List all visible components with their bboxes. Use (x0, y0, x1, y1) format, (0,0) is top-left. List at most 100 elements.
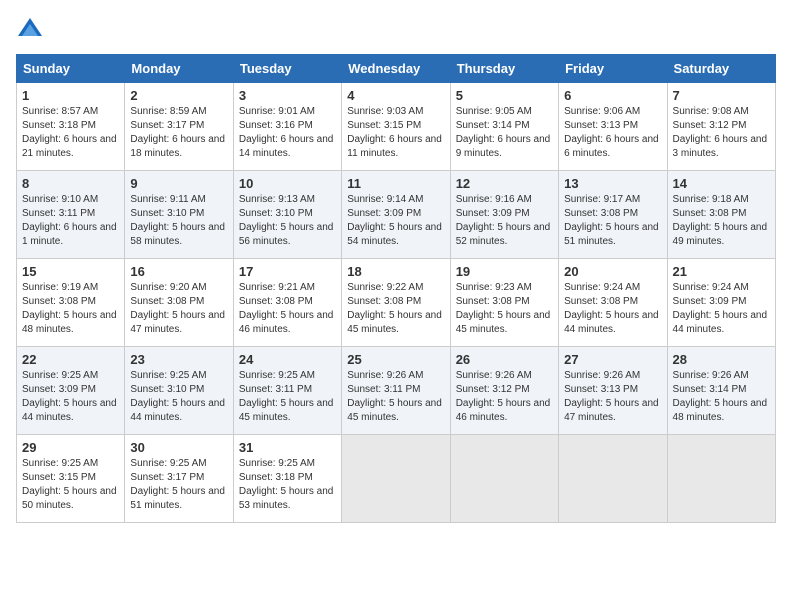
day-number: 9 (130, 176, 227, 191)
day-number: 20 (564, 264, 661, 279)
day-number: 21 (673, 264, 770, 279)
day-number: 14 (673, 176, 770, 191)
header (16, 16, 776, 44)
day-number: 19 (456, 264, 553, 279)
day-number: 23 (130, 352, 227, 367)
day-number: 3 (239, 88, 336, 103)
day-info: Sunrise: 9:18 AMSunset: 3:08 PMDaylight:… (673, 193, 770, 249)
calendar-week-row: 8 Sunrise: 9:10 AMSunset: 3:11 PMDaylight… (17, 171, 776, 259)
day-info: Sunrise: 9:08 AMSunset: 3:12 PMDaylight:… (673, 105, 770, 161)
calendar-cell: 30 Sunrise: 9:25 AMSunset: 3:17 PMDayligh… (125, 435, 233, 523)
calendar-table: SundayMondayTuesdayWednesdayThursdayFrid… (16, 54, 776, 523)
calendar-cell: 13 Sunrise: 9:17 AMSunset: 3:08 PMDayligh… (559, 171, 667, 259)
calendar-week-row: 22Sunrise: 9:25 AMSunset: 3:09 PMDayligh… (17, 347, 776, 435)
day-number: 6 (564, 88, 661, 103)
calendar-cell: 29Sunrise: 9:25 AMSunset: 3:15 PMDayligh… (17, 435, 125, 523)
calendar-cell: 19 Sunrise: 9:23 AMSunset: 3:08 PMDayligh… (450, 259, 558, 347)
calendar-cell (559, 435, 667, 523)
calendar-cell: 11Sunrise: 9:14 AMSunset: 3:09 PMDayligh… (342, 171, 450, 259)
calendar-week-row: 15 Sunrise: 9:19 AMSunset: 3:08 PMDayligh… (17, 259, 776, 347)
day-info: Sunrise: 9:06 AMSunset: 3:13 PMDaylight:… (564, 105, 661, 161)
calendar-header-thursday: Thursday (450, 55, 558, 83)
calendar-cell: 7Sunrise: 9:08 AMSunset: 3:12 PMDaylight… (667, 83, 775, 171)
day-number: 30 (130, 440, 227, 455)
calendar-week-row: 1 Sunrise: 8:57 AMSunset: 3:18 PMDaylight… (17, 83, 776, 171)
day-info: Sunrise: 9:26 AMSunset: 3:12 PMDaylight:… (456, 369, 553, 425)
day-number: 29 (22, 440, 119, 455)
calendar-cell: 27Sunrise: 9:26 AMSunset: 3:13 PMDayligh… (559, 347, 667, 435)
day-number: 17 (239, 264, 336, 279)
calendar-cell: 24 Sunrise: 9:25 AMSunset: 3:11 PMDayligh… (233, 347, 341, 435)
day-number: 11 (347, 176, 444, 191)
day-info: Sunrise: 9:17 AMSunset: 3:08 PMDaylight:… (564, 193, 661, 249)
calendar-cell: 17 Sunrise: 9:21 AMSunset: 3:08 PMDayligh… (233, 259, 341, 347)
day-info: Sunrise: 9:01 AMSunset: 3:16 PMDaylight:… (239, 105, 336, 161)
calendar-cell: 10Sunrise: 9:13 AMSunset: 3:10 PMDayligh… (233, 171, 341, 259)
calendar-week-row: 29Sunrise: 9:25 AMSunset: 3:15 PMDayligh… (17, 435, 776, 523)
calendar-header-tuesday: Tuesday (233, 55, 341, 83)
day-info: Sunrise: 9:11 AMSunset: 3:10 PMDaylight:… (130, 193, 227, 249)
day-number: 13 (564, 176, 661, 191)
day-number: 1 (22, 88, 119, 103)
day-number: 16 (130, 264, 227, 279)
calendar-cell: 21 Sunrise: 9:24 AMSunset: 3:09 PMDayligh… (667, 259, 775, 347)
day-info: Sunrise: 9:21 AMSunset: 3:08 PMDaylight:… (239, 281, 336, 337)
day-number: 10 (239, 176, 336, 191)
day-info: Sunrise: 8:57 AMSunset: 3:18 PMDaylight:… (22, 105, 119, 161)
calendar-cell: 28 Sunrise: 9:26 AMSunset: 3:14 PMDayligh… (667, 347, 775, 435)
calendar-cell: 31Sunrise: 9:25 AMSunset: 3:18 PMDayligh… (233, 435, 341, 523)
calendar-cell: 4Sunrise: 9:03 AMSunset: 3:15 PMDaylight… (342, 83, 450, 171)
day-number: 5 (456, 88, 553, 103)
day-info: Sunrise: 9:16 AMSunset: 3:09 PMDaylight:… (456, 193, 553, 249)
day-number: 2 (130, 88, 227, 103)
day-info: Sunrise: 9:25 AMSunset: 3:11 PMDaylight:… (239, 369, 336, 425)
page: SundayMondayTuesdayWednesdayThursdayFrid… (0, 0, 792, 612)
calendar-cell (450, 435, 558, 523)
calendar-cell: 16 Sunrise: 9:20 AMSunset: 3:08 PMDayligh… (125, 259, 233, 347)
calendar-cell: 20 Sunrise: 9:24 AMSunset: 3:08 PMDayligh… (559, 259, 667, 347)
day-number: 15 (22, 264, 119, 279)
calendar-cell: 6 Sunrise: 9:06 AMSunset: 3:13 PMDaylight… (559, 83, 667, 171)
day-info: Sunrise: 9:20 AMSunset: 3:08 PMDaylight:… (130, 281, 227, 337)
day-number: 25 (347, 352, 444, 367)
calendar-cell: 26 Sunrise: 9:26 AMSunset: 3:12 PMDayligh… (450, 347, 558, 435)
day-info: Sunrise: 9:25 AMSunset: 3:18 PMDaylight:… (239, 457, 336, 513)
calendar-cell: 23 Sunrise: 9:25 AMSunset: 3:10 PMDayligh… (125, 347, 233, 435)
day-number: 28 (673, 352, 770, 367)
day-info: Sunrise: 9:26 AMSunset: 3:11 PMDaylight:… (347, 369, 444, 425)
day-info: Sunrise: 9:22 AMSunset: 3:08 PMDaylight:… (347, 281, 444, 337)
calendar-header-friday: Friday (559, 55, 667, 83)
day-info: Sunrise: 9:25 AMSunset: 3:17 PMDaylight:… (130, 457, 227, 513)
calendar-cell (667, 435, 775, 523)
day-info: Sunrise: 9:26 AMSunset: 3:14 PMDaylight:… (673, 369, 770, 425)
calendar-cell: 9 Sunrise: 9:11 AMSunset: 3:10 PMDaylight… (125, 171, 233, 259)
day-info: Sunrise: 9:03 AMSunset: 3:15 PMDaylight:… (347, 105, 444, 161)
logo (16, 16, 48, 44)
day-info: Sunrise: 9:23 AMSunset: 3:08 PMDaylight:… (456, 281, 553, 337)
calendar-header-saturday: Saturday (667, 55, 775, 83)
calendar-header-sunday: Sunday (17, 55, 125, 83)
day-info: Sunrise: 9:24 AMSunset: 3:09 PMDaylight:… (673, 281, 770, 337)
day-info: Sunrise: 8:59 AMSunset: 3:17 PMDaylight:… (130, 105, 227, 161)
day-info: Sunrise: 9:24 AMSunset: 3:08 PMDaylight:… (564, 281, 661, 337)
day-info: Sunrise: 9:25 AMSunset: 3:10 PMDaylight:… (130, 369, 227, 425)
day-number: 8 (22, 176, 119, 191)
calendar-cell: 14 Sunrise: 9:18 AMSunset: 3:08 PMDayligh… (667, 171, 775, 259)
calendar-cell (342, 435, 450, 523)
day-number: 26 (456, 352, 553, 367)
calendar-header-monday: Monday (125, 55, 233, 83)
day-number: 18 (347, 264, 444, 279)
calendar-cell: 12 Sunrise: 9:16 AMSunset: 3:09 PMDayligh… (450, 171, 558, 259)
day-info: Sunrise: 9:10 AMSunset: 3:11 PMDaylight:… (22, 193, 119, 249)
day-number: 27 (564, 352, 661, 367)
logo-icon (16, 16, 44, 44)
day-number: 12 (456, 176, 553, 191)
calendar-cell: 25 Sunrise: 9:26 AMSunset: 3:11 PMDayligh… (342, 347, 450, 435)
calendar-cell: 18 Sunrise: 9:22 AMSunset: 3:08 PMDayligh… (342, 259, 450, 347)
calendar-cell: 22Sunrise: 9:25 AMSunset: 3:09 PMDayligh… (17, 347, 125, 435)
day-info: Sunrise: 9:05 AMSunset: 3:14 PMDaylight:… (456, 105, 553, 161)
day-info: Sunrise: 9:19 AMSunset: 3:08 PMDaylight:… (22, 281, 119, 337)
day-number: 24 (239, 352, 336, 367)
calendar-cell: 8 Sunrise: 9:10 AMSunset: 3:11 PMDaylight… (17, 171, 125, 259)
day-info: Sunrise: 9:25 AMSunset: 3:09 PMDaylight:… (22, 369, 119, 425)
